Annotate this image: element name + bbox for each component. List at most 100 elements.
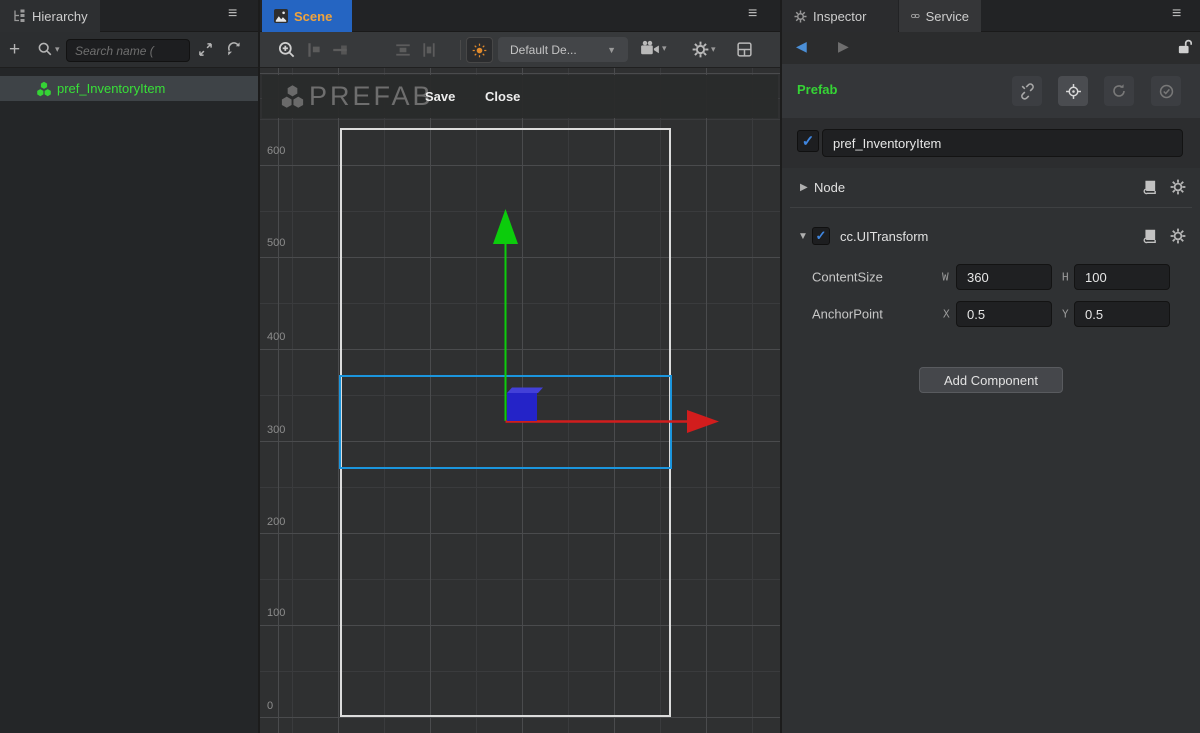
prefab-asset-row: Prefab (782, 64, 1200, 118)
inspector-panel: Inspector Service ≡ ◀ ▶ Prefab (782, 0, 1200, 733)
distribute-vertical-icon (420, 41, 438, 59)
section-divider (790, 207, 1192, 208)
gear-icon (692, 41, 709, 58)
refresh-icon (1111, 83, 1127, 99)
service-tab-label: Service (926, 9, 969, 24)
scene-toolbar: Default De... ▼ ▾ ▾ (260, 32, 780, 68)
hierarchy-tabbar: Hierarchy ≡ (0, 0, 258, 32)
prefab-asset-label: Prefab (797, 82, 837, 97)
lighting-toggle-button[interactable] (466, 37, 493, 63)
revert-prefab-button[interactable] (1104, 76, 1134, 106)
transform-gizmo (260, 68, 780, 733)
tab-service[interactable]: Service (899, 0, 981, 32)
inspector-menu-icon[interactable]: ≡ (1172, 5, 1181, 23)
uitransform-enabled-checkbox[interactable]: ✓ (812, 227, 830, 245)
toolbar-divider (460, 40, 461, 60)
node-name-input[interactable] (822, 129, 1183, 157)
content-size-label: ContentSize (812, 270, 883, 285)
hierarchy-tree: pref_InventoryItem (0, 68, 258, 733)
uitransform-docs-icon[interactable] (1142, 228, 1158, 244)
node-section-header[interactable]: ▶ Node (782, 172, 1200, 202)
camera-view-button[interactable]: ▾ (640, 40, 667, 56)
inspector-nav-row: ◀ ▶ (782, 32, 1200, 64)
node-docs-icon[interactable] (1142, 179, 1158, 195)
refresh-hierarchy-button[interactable] (226, 41, 242, 57)
layout-split-button[interactable] (736, 41, 753, 58)
gizmo-x-arrowhead[interactable] (687, 410, 719, 433)
prefab-cube-icon (36, 81, 52, 97)
hierarchy-item-pref-inventoryitem[interactable]: pref_InventoryItem (0, 76, 258, 101)
node-gear-icon[interactable] (1170, 179, 1186, 195)
inspector-tabbar: Inspector Service ≡ (782, 0, 1200, 32)
gear-icon (794, 10, 807, 23)
device-dropdown[interactable]: Default De... ▼ (498, 37, 628, 62)
distribute-horizontal-button[interactable] (394, 41, 412, 59)
uitransform-section-label: cc.UITransform (840, 229, 928, 244)
search-filter-button[interactable]: ▾ (37, 41, 60, 57)
sun-icon (472, 43, 487, 58)
zoom-in-icon (277, 40, 296, 59)
hierarchy-item-label: pref_InventoryItem (57, 81, 165, 96)
prefab-mode-title: PREFAB (309, 81, 434, 112)
apply-prefab-button[interactable] (1151, 76, 1181, 106)
uitransform-collapse-icon[interactable]: ▼ (798, 231, 812, 242)
uitransform-section-header[interactable]: ▼ ✓ cc.UITransform (782, 221, 1200, 251)
align-left-icon (305, 41, 323, 59)
node-name-row: ✓ (782, 118, 1200, 168)
cocos-creator-editor: Hierarchy ≡ + ▾ pref_InventoryItem (0, 0, 1200, 733)
prefab-save-button[interactable]: Save (425, 89, 455, 104)
expand-all-button[interactable] (198, 42, 213, 57)
hierarchy-panel: Hierarchy ≡ + ▾ pref_InventoryItem (0, 0, 258, 733)
gizmo-y-arrowhead[interactable] (493, 209, 518, 244)
check-circle-icon (1158, 83, 1175, 100)
history-back-button[interactable]: ◀ (796, 38, 807, 55)
zoom-tool-button[interactable] (277, 40, 296, 59)
history-forward-button[interactable]: ▶ (838, 38, 849, 55)
lock-inspector-button[interactable] (1176, 39, 1192, 55)
distribute-vertical-button[interactable] (420, 41, 438, 59)
search-input[interactable] (66, 39, 190, 62)
prefab-close-button[interactable]: Close (485, 89, 520, 104)
search-icon (37, 41, 53, 57)
align-center-button[interactable] (331, 41, 349, 59)
anchor-point-x-input[interactable] (956, 301, 1052, 327)
camera-caret-icon: ▾ (662, 43, 667, 54)
unlink-icon (1019, 83, 1036, 100)
node-section-label: Node (814, 180, 845, 195)
unlock-icon (1176, 39, 1192, 55)
anchor-point-y-input[interactable] (1074, 301, 1170, 327)
y-axis-label: Y (1062, 308, 1069, 321)
device-dropdown-arrow-icon: ▼ (607, 45, 616, 55)
tab-hierarchy[interactable]: Hierarchy (0, 0, 100, 32)
anchor-point-label: AnchorPoint (812, 307, 883, 322)
content-size-height-input[interactable] (1074, 264, 1170, 290)
prefab-cube-icon (280, 84, 305, 109)
search-filter-caret-icon: ▾ (55, 44, 60, 55)
prefab-edit-bar: PREFAB Save Close (262, 75, 778, 118)
tab-scene[interactable]: Scene (262, 0, 352, 32)
sync-icon (226, 41, 242, 57)
node-collapse-icon[interactable]: ▶ (800, 182, 814, 193)
gizmo-cube-top[interactable] (507, 388, 543, 394)
locate-prefab-asset-button[interactable] (1058, 76, 1088, 106)
hierarchy-toolbar: + ▾ (0, 32, 258, 68)
scene-tabbar: Scene ≡ (260, 0, 780, 32)
width-axis-label: W (942, 271, 949, 284)
align-left-button[interactable] (305, 41, 323, 59)
tab-inspector[interactable]: Inspector (782, 0, 898, 32)
node-active-checkbox[interactable]: ✓ (797, 130, 819, 152)
scene-viewport[interactable]: 600 500 400 300 200 100 0 PREFAB Save C (260, 68, 780, 733)
scene-settings-button[interactable]: ▾ (692, 41, 716, 58)
scene-menu-icon[interactable]: ≡ (748, 5, 757, 23)
hierarchy-tree-icon (12, 9, 26, 23)
add-component-button[interactable]: Add Component (919, 367, 1063, 393)
inspector-tab-label: Inspector (813, 9, 866, 24)
hierarchy-tab-label: Hierarchy (32, 9, 88, 24)
hierarchy-menu-icon[interactable]: ≡ (228, 5, 237, 23)
unlink-prefab-button[interactable] (1012, 76, 1042, 106)
gizmo-cube-face[interactable] (507, 393, 537, 421)
uitransform-gear-icon[interactable] (1170, 228, 1186, 244)
add-node-button[interactable]: + (9, 39, 20, 61)
settings-caret-icon: ▾ (711, 44, 716, 55)
content-size-width-input[interactable] (956, 264, 1052, 290)
